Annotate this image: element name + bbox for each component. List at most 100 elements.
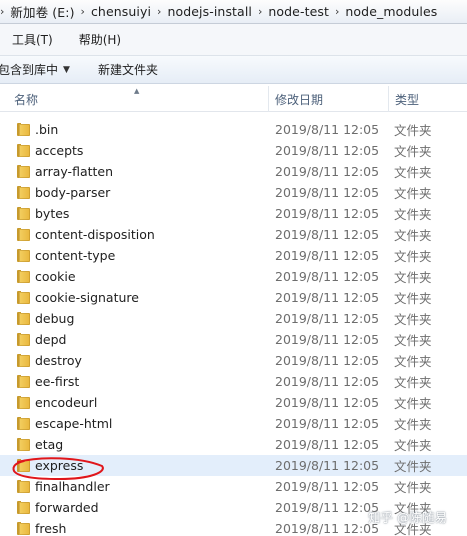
file-name: fresh — [35, 521, 67, 536]
file-date: 2019/8/11 12:05 — [275, 416, 380, 431]
file-name: cookie — [35, 269, 76, 284]
file-row-destroy[interactable]: destroy 2019/8/11 12:05 文件夹 — [0, 350, 467, 371]
new-folder-button[interactable]: 新建文件夹 — [98, 61, 158, 78]
breadcrumb-node-modules[interactable]: node_modules — [345, 4, 437, 19]
file-date: 2019/8/11 12:05 — [275, 500, 380, 515]
file-name: etag — [35, 437, 64, 452]
watermark: 知乎 @陈随易 — [368, 510, 447, 525]
breadcrumb-separator-icon[interactable]: › — [329, 5, 345, 18]
file-type: 文件夹 — [394, 438, 432, 453]
file-type: 文件夹 — [394, 333, 432, 348]
file-name: depd — [35, 332, 67, 347]
column-divider[interactable] — [388, 86, 389, 112]
folder-icon — [16, 501, 30, 514]
highlight-annotation — [12, 457, 104, 481]
file-name: .bin — [35, 122, 59, 137]
menu-tools[interactable]: 工具(T) — [6, 31, 59, 48]
file-type: 文件夹 — [394, 312, 432, 327]
file-name: cookie-signature — [35, 290, 139, 305]
folder-icon — [16, 165, 30, 178]
file-row-escape-html[interactable]: escape-html 2019/8/11 12:05 文件夹 — [0, 413, 467, 434]
file-date: 2019/8/11 12:05 — [275, 332, 380, 347]
folder-icon — [16, 438, 30, 451]
file-name: escape-html — [35, 416, 113, 431]
file-row-encodeurl[interactable]: encodeurl 2019/8/11 12:05 文件夹 — [0, 392, 467, 413]
file-name: debug — [35, 311, 75, 326]
breadcrumb-drive[interactable]: 新加卷 (E:) — [10, 2, 74, 21]
file-date: 2019/8/11 12:05 — [275, 437, 380, 452]
file-row-content-disposition[interactable]: content-disposition 2019/8/11 12:05 文件夹 — [0, 224, 467, 245]
file-row-dot-bin[interactable]: .bin 2019/8/11 12:05 文件夹 — [0, 119, 467, 140]
file-type: 文件夹 — [394, 354, 432, 369]
file-name: bytes — [35, 206, 70, 221]
file-date: 2019/8/11 12:05 — [275, 311, 380, 326]
include-in-library-label: 包含到库中 — [0, 63, 59, 77]
breadcrumb-separator-icon[interactable]: › — [75, 5, 91, 18]
folder-icon — [16, 228, 30, 241]
breadcrumb-chensuiyi[interactable]: chensuiyi — [91, 4, 151, 19]
file-type: 文件夹 — [394, 291, 432, 306]
file-type: 文件夹 — [394, 144, 432, 159]
command-bar: 包含到库中 ▼ 新建文件夹 — [0, 56, 467, 84]
file-row-depd[interactable]: depd 2019/8/11 12:05 文件夹 — [0, 329, 467, 350]
file-type: 文件夹 — [394, 270, 432, 285]
file-row-array-flatten[interactable]: array-flatten 2019/8/11 12:05 文件夹 — [0, 161, 467, 182]
folder-icon — [16, 417, 30, 430]
file-type: 文件夹 — [394, 228, 432, 243]
file-name: content-type — [35, 248, 116, 263]
file-type: 文件夹 — [394, 480, 432, 495]
file-type: 文件夹 — [394, 207, 432, 222]
file-name: array-flatten — [35, 164, 114, 179]
file-date: 2019/8/11 12:05 — [275, 353, 380, 368]
breadcrumb-node-test[interactable]: node-test — [268, 4, 329, 19]
column-header: ▲ 名称 修改日期 类型 — [0, 86, 467, 112]
breadcrumb-separator-icon: › — [0, 5, 5, 18]
file-row-accepts[interactable]: accepts 2019/8/11 12:05 文件夹 — [0, 140, 467, 161]
breadcrumb-separator-icon[interactable]: › — [252, 5, 268, 18]
folder-icon — [16, 291, 30, 304]
file-name: accepts — [35, 143, 84, 158]
file-date: 2019/8/11 12:05 — [275, 269, 380, 284]
file-row-etag[interactable]: etag 2019/8/11 12:05 文件夹 — [0, 434, 467, 455]
folder-icon — [16, 375, 30, 388]
file-row-cookie-signature[interactable]: cookie-signature 2019/8/11 12:05 文件夹 — [0, 287, 467, 308]
file-date: 2019/8/11 12:05 — [275, 374, 380, 389]
file-row-ee-first[interactable]: ee-first 2019/8/11 12:05 文件夹 — [0, 371, 467, 392]
file-type: 文件夹 — [394, 249, 432, 264]
file-row-bytes[interactable]: bytes 2019/8/11 12:05 文件夹 — [0, 203, 467, 224]
file-name: content-disposition — [35, 227, 155, 242]
breadcrumb-separator-icon[interactable]: › — [151, 5, 167, 18]
menu-help[interactable]: 帮助(H) — [73, 31, 127, 48]
column-name-header[interactable]: 名称 — [14, 86, 38, 112]
file-type: 文件夹 — [394, 123, 432, 138]
dropdown-arrow-icon: ▼ — [63, 64, 70, 75]
folder-icon — [16, 333, 30, 346]
file-date: 2019/8/11 12:05 — [275, 164, 380, 179]
file-type: 文件夹 — [394, 417, 432, 432]
file-date: 2019/8/11 12:05 — [275, 122, 380, 137]
file-date: 2019/8/11 12:05 — [275, 395, 380, 410]
folder-icon — [16, 522, 30, 535]
file-row-debug[interactable]: debug 2019/8/11 12:05 文件夹 — [0, 308, 467, 329]
column-type-header[interactable]: 类型 — [395, 86, 419, 112]
file-name: body-parser — [35, 185, 111, 200]
column-date-header[interactable]: 修改日期 — [275, 86, 323, 112]
file-row-content-type[interactable]: content-type 2019/8/11 12:05 文件夹 — [0, 245, 467, 266]
file-row-cookie[interactable]: cookie 2019/8/11 12:05 文件夹 — [0, 266, 467, 287]
column-divider[interactable] — [268, 86, 269, 112]
file-name: ee-first — [35, 374, 80, 389]
file-type: 文件夹 — [394, 375, 432, 390]
file-date: 2019/8/11 12:05 — [275, 143, 380, 158]
folder-icon — [16, 354, 30, 367]
file-row-body-parser[interactable]: body-parser 2019/8/11 12:05 文件夹 — [0, 182, 467, 203]
folder-icon — [16, 396, 30, 409]
breadcrumb-nodejs-install[interactable]: nodejs-install — [167, 4, 252, 19]
include-in-library-button[interactable]: 包含到库中 ▼ — [0, 61, 70, 78]
folder-icon — [16, 207, 30, 220]
menu-bar: 工具(T) 帮助(H) — [0, 24, 467, 56]
folder-icon — [16, 312, 30, 325]
sort-ascending-icon: ▲ — [134, 87, 140, 95]
address-bar[interactable]: › 新加卷 (E:) › chensuiyi › nodejs-install … — [0, 0, 467, 24]
file-date: 2019/8/11 12:05 — [275, 458, 380, 473]
file-date: 2019/8/11 12:05 — [275, 227, 380, 242]
